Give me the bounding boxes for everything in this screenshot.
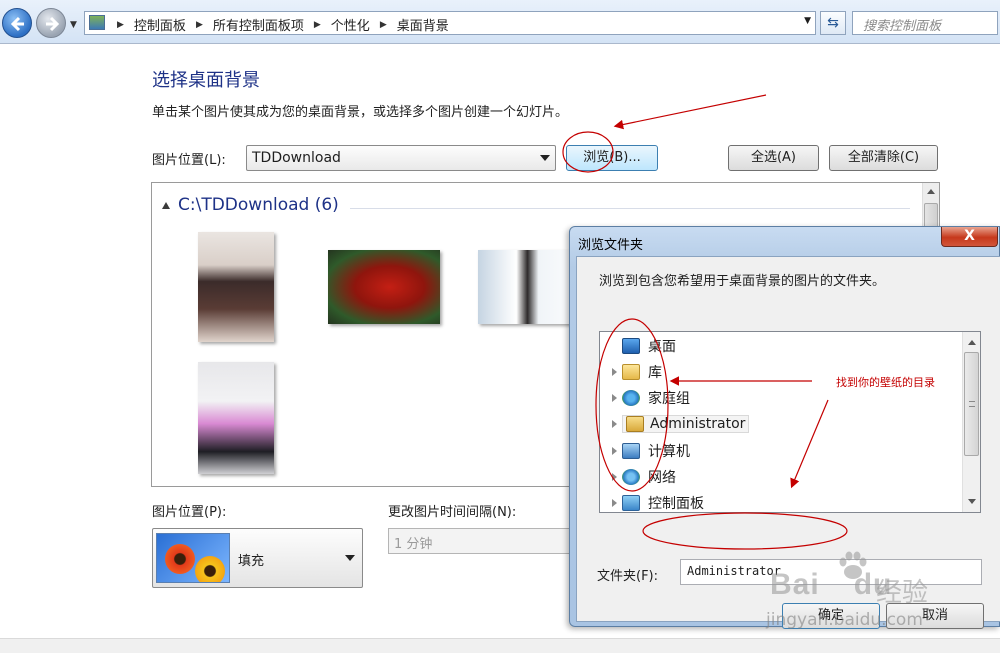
- chevron-right-icon[interactable]: ▶: [314, 20, 321, 30]
- picture-location-select[interactable]: TDDownload: [246, 145, 556, 171]
- tree-item-label: 网络: [648, 470, 676, 486]
- browse-button[interactable]: 浏览(B)...: [566, 145, 658, 171]
- folder-label: 文件夹(F):: [597, 569, 659, 584]
- select-all-button[interactable]: 全选(A): [728, 145, 819, 171]
- expand-triangle-icon[interactable]: [612, 368, 617, 376]
- breadcrumb-item[interactable]: 桌面背景: [397, 15, 449, 34]
- footer-strip: [0, 638, 1000, 653]
- flower-petal: [195, 556, 225, 582]
- gallery-group-title: C:\TDDownload (6): [178, 195, 339, 215]
- tree-item-computer[interactable]: 计算机: [612, 440, 690, 462]
- expand-triangle-icon[interactable]: [612, 447, 617, 455]
- folder-tree[interactable]: 桌面 库 家庭组 Administrator 计算机 网络 控制面板: [599, 331, 981, 513]
- tree-item-label: 家庭组: [648, 391, 690, 407]
- watermark-product: 经验: [876, 578, 929, 608]
- refresh-icon: ⇆: [827, 15, 839, 31]
- expand-triangle-icon[interactable]: [612, 473, 617, 481]
- annotation-arrow-browse: [613, 94, 767, 130]
- picture-position-select[interactable]: 填充: [152, 528, 363, 588]
- tree-item-label: 计算机: [648, 444, 690, 460]
- breadcrumb-item[interactable]: 个性化: [331, 15, 370, 34]
- browse-folder-dialog: 浏览文件夹 X 浏览到包含您希望用于桌面背景的图片的文件夹。 桌面 库 家庭组: [569, 226, 1000, 629]
- chevron-down-icon: [345, 555, 355, 561]
- chevron-down-icon: [540, 155, 550, 161]
- refresh-button[interactable]: ⇆: [820, 11, 846, 35]
- computer-icon: [622, 443, 640, 459]
- wallpaper-thumbnail[interactable]: [198, 362, 274, 474]
- gallery-group-header[interactable]: C:\TDDownload (6): [162, 195, 339, 215]
- user-folder-icon: [626, 416, 644, 432]
- wallpaper-thumbnail[interactable]: [328, 250, 440, 324]
- desktop-icon: [622, 338, 640, 354]
- scroll-up-icon[interactable]: [968, 340, 976, 345]
- arrow-left-icon: [10, 16, 24, 32]
- picture-location-label: 图片位置(L):: [152, 153, 226, 168]
- control-panel-icon: [89, 15, 105, 30]
- tree-item-library[interactable]: 库: [612, 361, 662, 383]
- explorer-toolbar: ▼ ▶ 控制面板 ▶ 所有控制面板项 ▶ 个性化 ▶ 桌面背景 ▼ ⇆ 搜索控制…: [0, 0, 1000, 44]
- collapse-triangle-icon[interactable]: [162, 201, 170, 209]
- tree-item-administrator[interactable]: Administrator: [612, 413, 750, 435]
- tree-scrollbar[interactable]: [962, 332, 980, 512]
- chevron-right-icon[interactable]: ▶: [117, 20, 124, 30]
- interval-select[interactable]: 1 分钟: [388, 528, 570, 554]
- watermark-brand: Bai du: [770, 568, 892, 602]
- wallpaper-thumbnail[interactable]: [198, 232, 274, 342]
- expand-triangle-icon[interactable]: [612, 499, 617, 507]
- tree-item-label: 库: [648, 365, 662, 381]
- interval-label: 更改图片时间间隔(N):: [388, 505, 517, 520]
- page-title: 选择桌面背景: [152, 70, 260, 91]
- page-description: 单击某个图片使其成为您的桌面背景，或选择多个图片创建一个幻灯片。: [152, 105, 569, 120]
- tree-item-label: 桌面: [648, 339, 676, 355]
- recent-pages-dropdown[interactable]: ▼: [70, 20, 77, 30]
- chevron-right-icon[interactable]: ▶: [196, 20, 203, 30]
- tree-item-label: 控制面板: [648, 496, 704, 512]
- network-icon: [622, 469, 640, 485]
- homegroup-icon: [622, 390, 640, 406]
- address-dropdown-icon[interactable]: ▼: [804, 16, 811, 26]
- tree-item-network[interactable]: 网络: [612, 466, 676, 488]
- picture-position-label: 图片位置(P):: [152, 505, 227, 520]
- scroll-down-icon[interactable]: [968, 499, 976, 504]
- tree-item-homegroup[interactable]: 家庭组: [612, 387, 690, 409]
- picture-position-value: 填充: [238, 554, 265, 569]
- breadcrumb-item[interactable]: 所有控制面板项: [213, 15, 304, 34]
- close-button[interactable]: X: [941, 227, 998, 247]
- flower-preview-icon: [156, 533, 230, 583]
- breadcrumb-item[interactable]: 控制面板: [134, 15, 186, 34]
- chevron-right-icon[interactable]: ▶: [380, 20, 387, 30]
- back-button[interactable]: [2, 8, 32, 38]
- library-icon: [622, 364, 640, 380]
- close-icon: X: [964, 228, 975, 244]
- tree-item-control-panel[interactable]: 控制面板: [612, 492, 704, 512]
- search-input[interactable]: 搜索控制面板: [852, 11, 998, 35]
- forward-button[interactable]: [36, 8, 66, 38]
- scroll-thumb[interactable]: [964, 352, 979, 456]
- selected-highlight: Administrator: [622, 415, 750, 433]
- expand-triangle-icon[interactable]: [612, 394, 617, 402]
- clear-all-button[interactable]: 全部清除(C): [829, 145, 938, 171]
- watermark-brand-text: Bai: [770, 568, 820, 601]
- tree-item-label: Administrator: [650, 416, 746, 432]
- flower-petal: [165, 544, 195, 574]
- paw-logo-icon: [839, 551, 867, 579]
- dialog-description: 浏览到包含您希望用于桌面背景的图片的文件夹。: [599, 274, 886, 289]
- breadcrumb: ▶ 控制面板 ▶ 所有控制面板项 ▶ 个性化 ▶ 桌面背景: [107, 15, 449, 34]
- control-panel-icon: [622, 495, 640, 511]
- tree-item-desktop[interactable]: 桌面: [612, 335, 676, 357]
- interval-value: 1 分钟: [394, 537, 433, 552]
- arrow-right-icon: [46, 16, 60, 32]
- annotation-note: 找到你的壁纸的目录: [836, 376, 935, 389]
- expand-triangle-icon[interactable]: [612, 420, 617, 428]
- dialog-title: 浏览文件夹: [578, 238, 644, 253]
- picture-location-value: TDDownload: [252, 150, 341, 166]
- divider: [350, 208, 910, 209]
- watermark-url: jingyan.baidu.com: [766, 610, 923, 630]
- grip-icon: [969, 401, 975, 407]
- scroll-up-icon[interactable]: [927, 189, 935, 194]
- address-bar[interactable]: ▶ 控制面板 ▶ 所有控制面板项 ▶ 个性化 ▶ 桌面背景 ▼: [84, 11, 816, 35]
